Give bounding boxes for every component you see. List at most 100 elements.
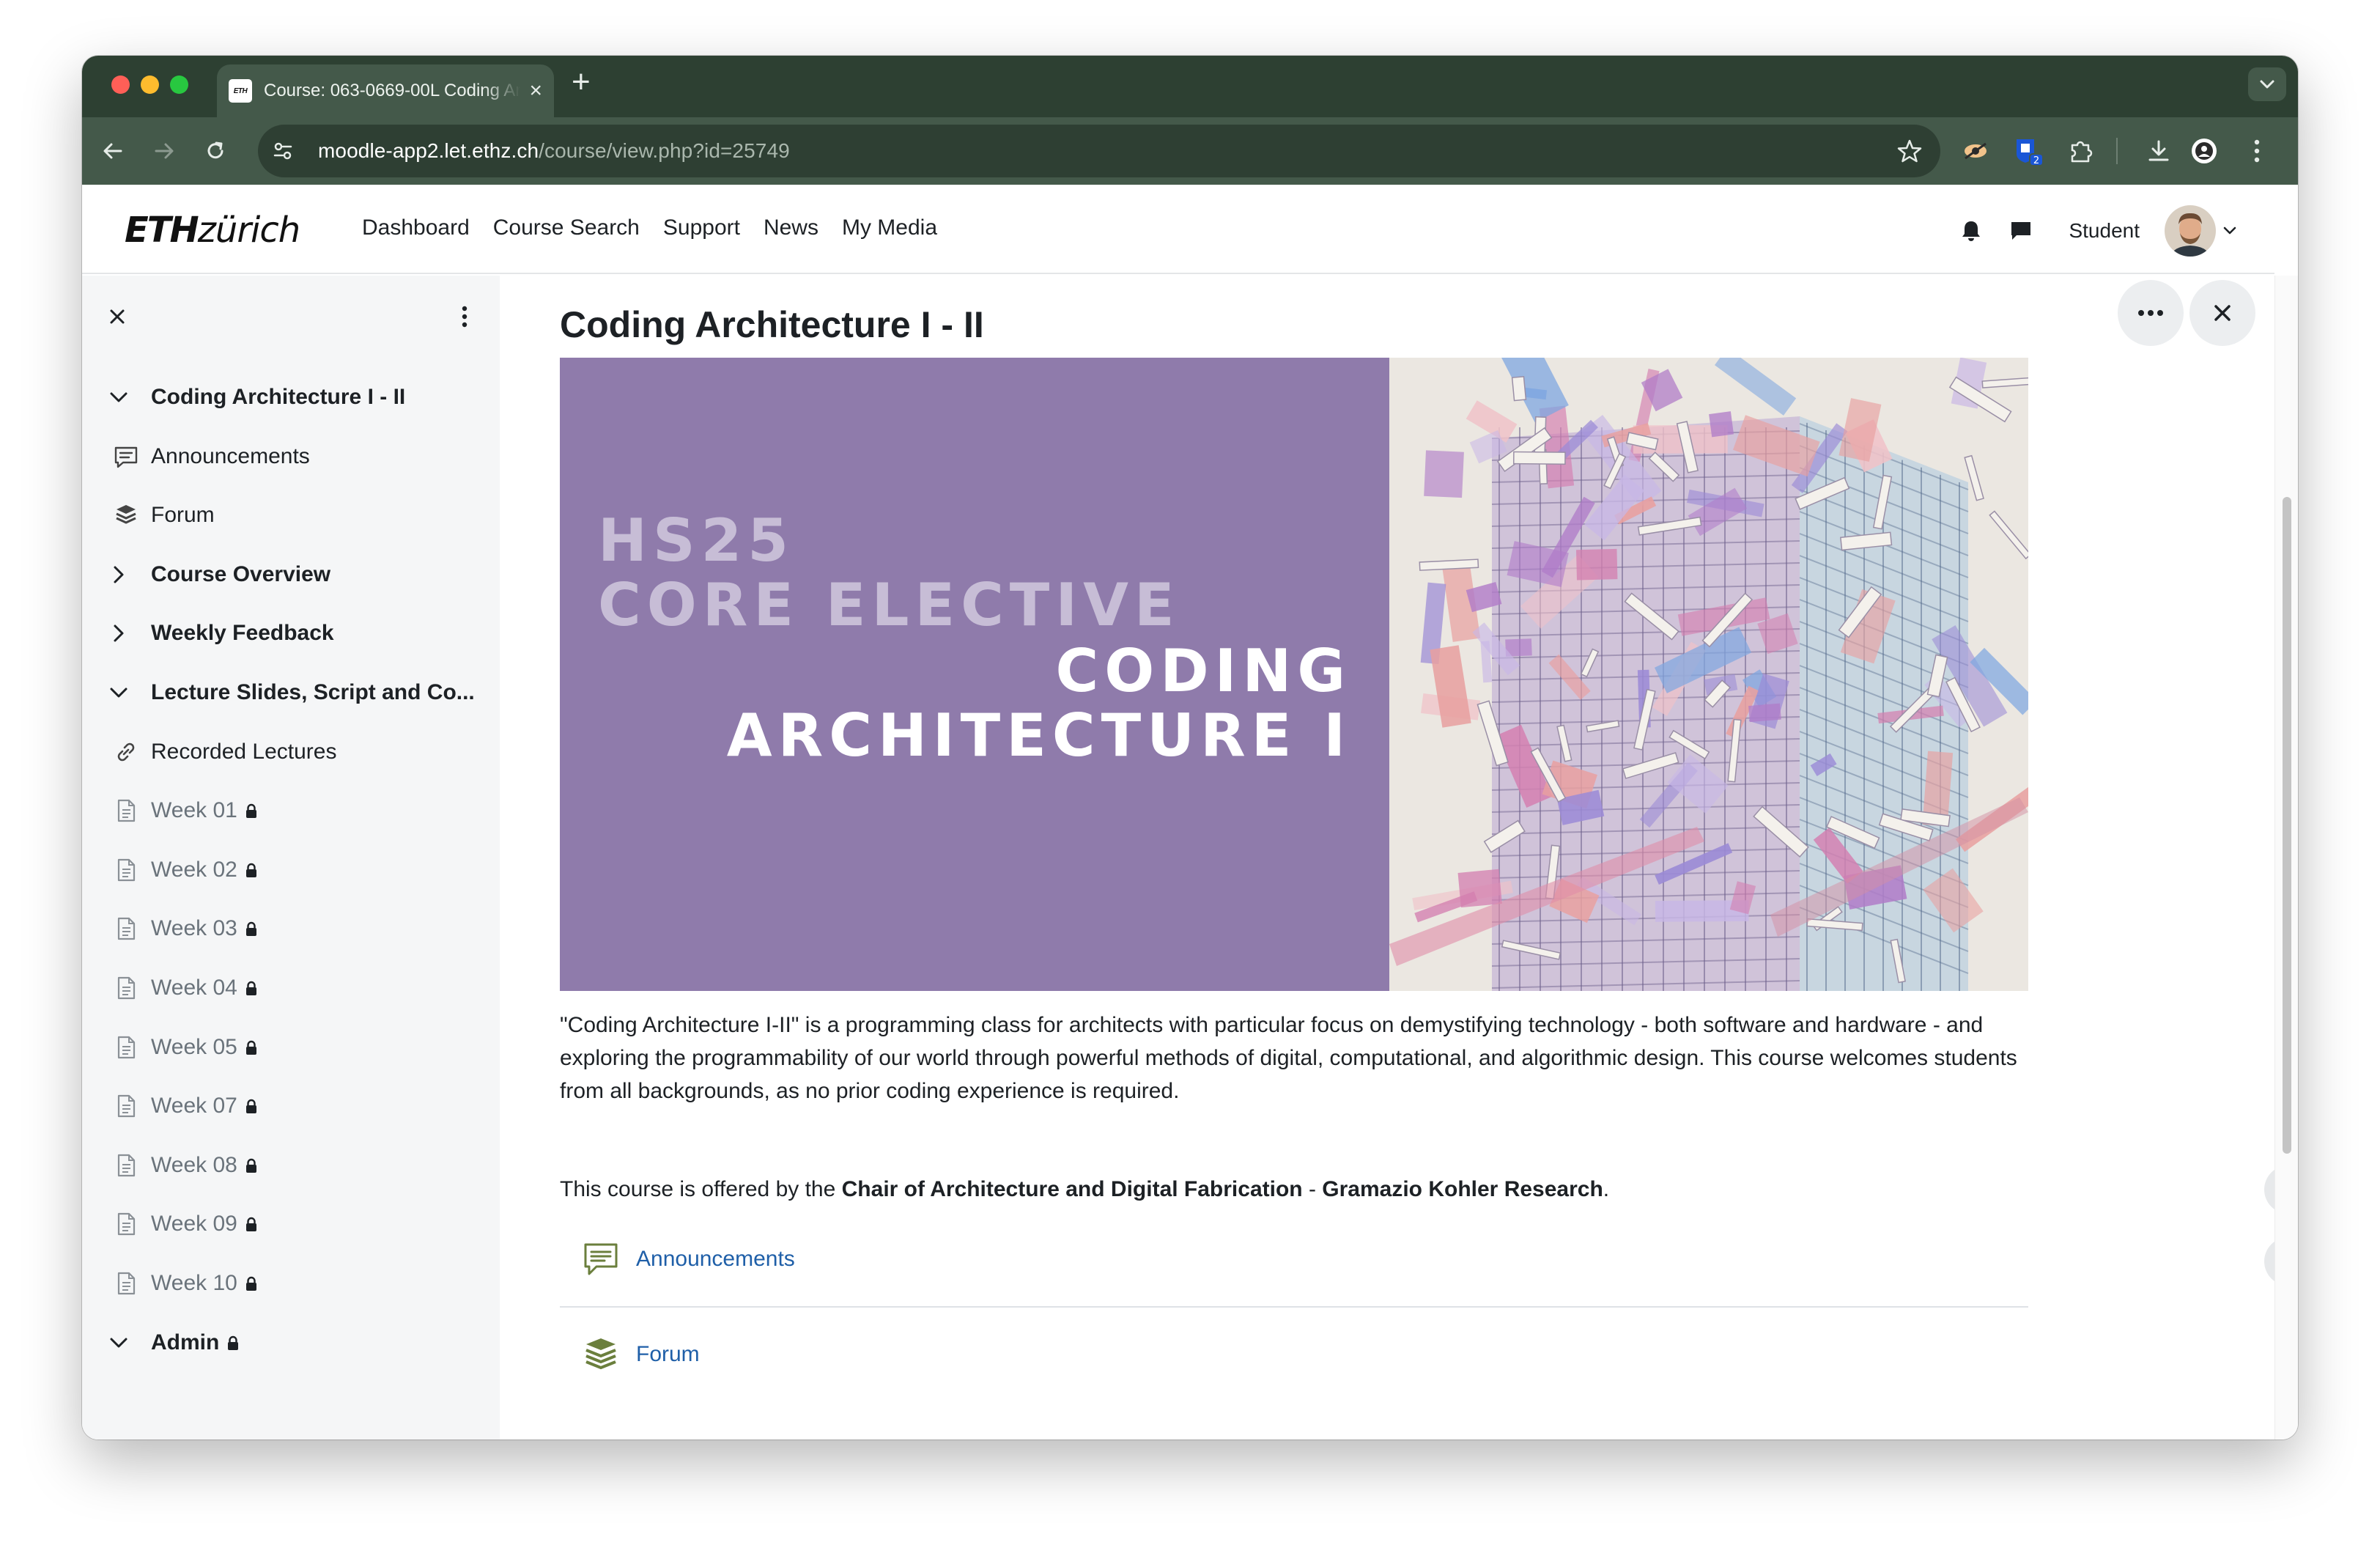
sidebar-item[interactable]: Week 01 [82,789,500,833]
activity-announcements-link[interactable]: Announcements [636,1247,795,1272]
forum-stack-icon [579,1333,623,1376]
close-drawer-button[interactable] [100,299,135,334]
minimize-window-button[interactable] [141,75,159,94]
sidebar-item-label: Coding Architecture I - II [151,385,406,409]
sidebar-item[interactable]: Week 10 [82,1261,500,1305]
course-index-options-button[interactable] [447,299,482,334]
sidebar-item-label: Week 08 [151,1153,258,1178]
sidebar-item[interactable]: Week 08 [82,1143,500,1187]
activity-announcements[interactable]: Announcements [560,1212,2028,1306]
forum-bubble-icon [579,1237,623,1281]
nav-news[interactable]: News [764,215,818,240]
user-navigation: Student [1954,205,2238,257]
sidebar-item[interactable]: Week 03 [82,907,500,951]
eth-zurich-logo[interactable]: ETHzürich [125,210,300,251]
sidebar-item[interactable]: Week 02 [82,848,500,892]
user-role-label: Student [2069,219,2140,242]
page-icon [111,1033,141,1062]
primary-navigation: Dashboard Course Search Support News My … [362,215,937,240]
page-scrollbar-thumb[interactable] [2283,497,2291,1154]
sidebar-item[interactable]: Week 09 [82,1202,500,1246]
notifications-bell-icon[interactable] [1954,214,1988,248]
lock-icon [228,1335,239,1350]
sidebar-item-label: Week 04 [151,976,258,1000]
extension-eye-icon[interactable] [1958,133,1993,169]
maximize-window-button[interactable] [170,75,188,94]
architecture-tower-illustration [1389,358,2028,991]
offered-prefix: This course is offered by the [560,1177,842,1201]
chevron-down-icon[interactable] [106,1330,132,1356]
sidebar-item-label: Recorded Lectures [151,739,337,764]
sidebar-item[interactable]: Announcements [82,435,500,479]
extension-badge: 2 [2033,155,2039,166]
browser-menu-icon[interactable] [2239,133,2274,169]
sidebar-item[interactable]: Week 04 [82,966,500,1010]
sidebar-item-label: Announcements [151,443,310,468]
user-avatar[interactable] [2165,205,2216,257]
sidebar-item[interactable]: Recorded Lectures [82,730,500,774]
forum-stack-icon [111,501,141,530]
profile-icon[interactable] [2187,133,2222,169]
tab-close-icon[interactable]: × [529,80,542,102]
offered-chair: Chair of Architecture and Digital Fabric… [841,1177,1303,1201]
bookmark-star-icon[interactable] [1896,138,1923,168]
download-icon[interactable] [2141,133,2176,169]
sidebar-item[interactable]: Week 07 [82,1084,500,1128]
close-icon [2214,305,2231,321]
lock-icon [245,1040,256,1055]
nav-dashboard[interactable]: Dashboard [362,215,470,240]
course-description: "Coding Architecture I-II" is a programm… [560,1013,2017,1103]
page-title: Coding Architecture I - II [560,304,984,345]
tab-active[interactable]: ETH Course: 063-0669-00L Coding Architec… [217,64,554,117]
sidebar-item[interactable]: Admin [82,1321,500,1365]
sidebar-item[interactable]: Coding Architecture I - II [82,375,500,419]
chevron-down-icon[interactable] [106,679,132,706]
course-banner-image: HS25 CORE ELECTIVE CODING ARCHITECTURE I [560,358,2028,991]
sidebar-item[interactable]: Week 05 [82,1025,500,1069]
url-host: moodle-app2.let.ethz.ch [318,139,539,162]
sidebar-item-label: Week 10 [151,1271,258,1296]
back-button[interactable] [95,133,130,169]
page-scrollbar[interactable] [2274,276,2298,1440]
activity-forum-link[interactable]: Forum [636,1342,700,1367]
reload-button[interactable] [198,133,233,169]
user-menu-chevron-icon[interactable] [2222,226,2238,236]
course-index-drawer: Coding Architecture I - II Announcements F… [82,276,500,1440]
extension-shield-icon[interactable]: 2 [2011,133,2046,169]
url-text: moodle-app2.let.ethz.ch/course/view.php?… [318,139,790,163]
sidebar-item[interactable]: Course Overview [82,553,500,597]
sidebar-item[interactable]: Weekly Feedback [82,611,500,655]
chevron-right-icon[interactable] [106,561,132,588]
site-settings-icon[interactable] [270,138,296,164]
banner-course-line-1: CODING [1055,637,1351,705]
lock-icon [245,1217,256,1232]
sidebar-item-label: Forum [151,503,215,528]
arrow-right-icon [155,143,174,159]
course-actions-button[interactable] [2118,280,2184,346]
new-tab-button[interactable]: + [572,66,591,98]
chevron-down-icon [2260,80,2274,89]
logo-zurich: zürich [197,210,300,251]
offered-separator: - [1302,1177,1323,1201]
nav-my-media[interactable]: My Media [842,215,937,240]
chevron-down-icon[interactable] [106,384,132,410]
activity-forum[interactable]: Forum [560,1308,2028,1401]
page-icon [111,1209,141,1239]
tab-title: Course: 063-0669-00L Coding Architecture… [264,81,521,100]
nav-support[interactable]: Support [663,215,740,240]
sidebar-item[interactable]: Lecture Slides, Script and Co... [82,671,500,715]
sidebar-item[interactable]: Forum [82,493,500,537]
page-icon [111,973,141,1003]
sidebar-item-label: Lecture Slides, Script and Co... [151,680,475,704]
nav-course-search[interactable]: Course Search [493,215,640,240]
tab-search-button[interactable] [2248,67,2286,101]
chevron-right-icon[interactable] [106,620,132,646]
close-block-drawer-button[interactable] [2189,280,2255,346]
banner-text-panel: HS25 CORE ELECTIVE CODING ARCHITECTURE I [560,358,1389,991]
extensions-puzzle-icon[interactable] [2063,133,2099,169]
close-window-button[interactable] [111,75,130,94]
course-offered-by: This course is offered by the Chair of A… [560,1177,1609,1202]
forward-button[interactable] [147,133,182,169]
address-bar[interactable]: moodle-app2.let.ethz.ch/course/view.php?… [258,125,1940,177]
messages-bubble-icon[interactable] [2004,214,2038,248]
